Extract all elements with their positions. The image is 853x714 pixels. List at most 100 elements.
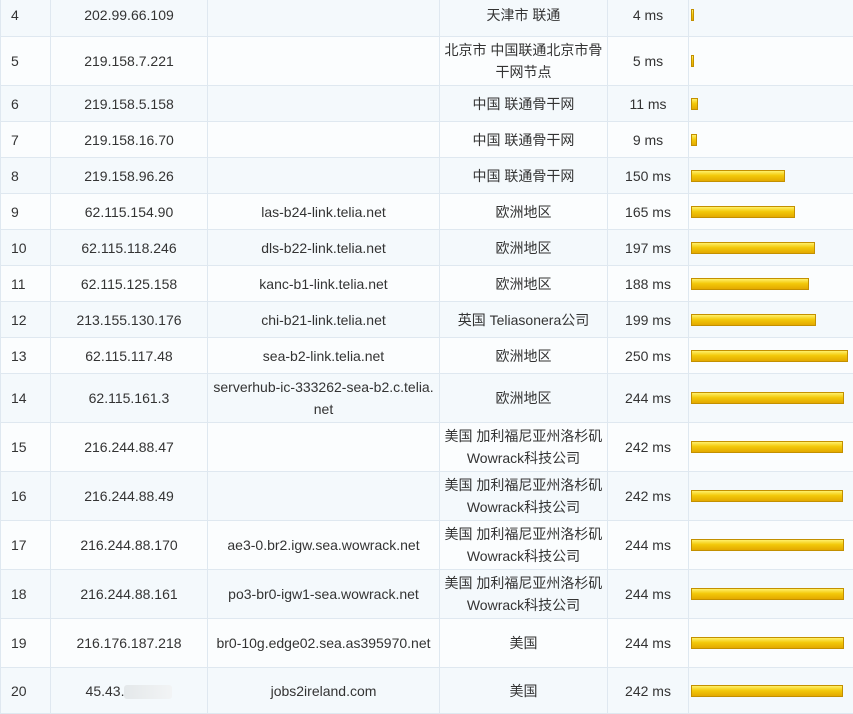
location-cell: 中国 联通骨干网 — [440, 86, 608, 122]
ip-text: 216.176.187.218 — [76, 635, 181, 651]
ip-cell: 219.158.96.26 — [51, 158, 208, 194]
latency-bar — [691, 170, 785, 182]
table-row: 8219.158.96.26中国 联通骨干网150 ms — [1, 158, 853, 194]
table-row: 1062.115.118.246dls-b22-link.telia.net欧洲… — [1, 230, 853, 266]
latency-bar — [691, 392, 844, 404]
latency-bar-cell — [689, 158, 853, 194]
table-row: 19216.176.187.218br0-10g.edge02.sea.as39… — [1, 619, 853, 668]
hop-cell: 9 — [1, 194, 51, 230]
latency-bar-cell — [689, 472, 853, 521]
ip-cell: 62.115.161.3 — [51, 374, 208, 423]
latency-bar — [691, 278, 809, 290]
ip-cell: 219.158.16.70 — [51, 122, 208, 158]
ip-text: 202.99.66.109 — [84, 7, 174, 23]
latency-cell: 197 ms — [608, 230, 689, 266]
latency-bar — [691, 55, 694, 67]
latency-cell: 242 ms — [608, 423, 689, 472]
latency-cell: 9 ms — [608, 122, 689, 158]
hostname-cell: chi-b21-link.telia.net — [208, 302, 440, 338]
latency-cell: 244 ms — [608, 619, 689, 668]
latency-cell: 242 ms — [608, 668, 689, 714]
hostname-cell — [208, 37, 440, 86]
latency-bar-cell — [689, 302, 853, 338]
location-cell: 美国 — [440, 668, 608, 714]
hop-cell: 4 — [1, 0, 51, 37]
location-cell: 中国 联通骨干网 — [440, 158, 608, 194]
ip-text: 216.244.88.161 — [80, 586, 177, 602]
ip-cell: 213.155.130.176 — [51, 302, 208, 338]
location-cell: 美国 加利福尼亚州洛杉矶Wowrack科技公司 — [440, 570, 608, 619]
latency-bar — [691, 134, 697, 146]
hostname-cell: kanc-b1-link.telia.net — [208, 266, 440, 302]
latency-cell: 188 ms — [608, 266, 689, 302]
table-row: 14 62.115.161.3 serverhub-ic-333262-sea-b2… — [1, 374, 853, 423]
hop-cell: 18 — [1, 570, 51, 619]
latency-bar — [691, 206, 795, 218]
ip-text: 219.158.16.70 — [84, 132, 174, 148]
ip-cell: 219.158.5.158 — [51, 86, 208, 122]
ip-text: 62.115.161.3 — [89, 390, 170, 406]
location-cell: 英国 Teliasonera公司 — [440, 302, 608, 338]
table-row: 7 219.158.16.70 中国 联通骨干网9 ms — [1, 122, 853, 158]
ip-text: 62.115.154.90 — [85, 204, 174, 220]
latency-bar — [691, 588, 844, 600]
hostname-cell — [208, 472, 440, 521]
ip-text: 213.155.130.176 — [76, 312, 181, 328]
ip-text: 45.43. — [86, 683, 125, 699]
latency-bar-cell — [689, 0, 853, 37]
location-cell: 欧洲地区 — [440, 374, 608, 423]
latency-cell: 244 ms — [608, 521, 689, 570]
hostname-cell: po3-br0-igw1-sea.wowrack.net — [208, 570, 440, 619]
latency-bar — [691, 490, 843, 502]
location-cell: 天津市 联通 — [440, 0, 608, 37]
latency-bar-cell — [689, 266, 853, 302]
hop-cell: 10 — [1, 230, 51, 266]
latency-bar — [691, 350, 848, 362]
hostname-cell: sea-b2-link.telia.net — [208, 338, 440, 374]
latency-bar-cell — [689, 619, 853, 668]
hop-cell: 14 — [1, 374, 51, 423]
hop-cell: 17 — [1, 521, 51, 570]
ip-cell: 62.115.125.158 — [51, 266, 208, 302]
hop-cell: 16 — [1, 472, 51, 521]
hop-cell: 11 — [1, 266, 51, 302]
latency-bar-cell — [689, 37, 853, 86]
ip-text: 62.115.125.158 — [81, 276, 177, 292]
latency-bar — [691, 98, 698, 110]
latency-bar — [691, 539, 844, 551]
latency-bar-cell — [689, 423, 853, 472]
ip-text: 62.115.117.48 — [85, 348, 172, 364]
hop-cell: 20 — [1, 668, 51, 714]
hop-cell: 7 — [1, 122, 51, 158]
location-cell: 美国 — [440, 619, 608, 668]
hostname-cell — [208, 0, 440, 37]
latency-cell: 242 ms — [608, 472, 689, 521]
hostname-cell: jobs2ireland.com — [208, 668, 440, 714]
hostname-cell: serverhub-ic-333262-sea-b2.c.telia.net — [208, 374, 440, 423]
hop-cell: 13 — [1, 338, 51, 374]
location-cell: 美国 加利福尼亚州洛杉矶Wowrack科技公司 — [440, 472, 608, 521]
hostname-cell — [208, 158, 440, 194]
ip-cell: 216.244.88.161 — [51, 570, 208, 619]
hop-cell: 19 — [1, 619, 51, 668]
hop-cell: 5 — [1, 37, 51, 86]
ip-cell: 216.244.88.170 — [51, 521, 208, 570]
hostname-cell — [208, 122, 440, 158]
latency-bar-cell — [689, 374, 853, 423]
latency-cell: 250 ms — [608, 338, 689, 374]
latency-cell: 5 ms — [608, 37, 689, 86]
hop-cell: 15 — [1, 423, 51, 472]
latency-cell: 199 ms — [608, 302, 689, 338]
ip-text: 216.244.88.49 — [84, 488, 174, 504]
location-cell: 北京市 中国联通北京市骨干网节点 — [440, 37, 608, 86]
latency-cell: 244 ms — [608, 570, 689, 619]
location-cell: 中国 联通骨干网 — [440, 122, 608, 158]
table-row: 16 216.244.88.49 美国 加利福尼亚州洛杉矶Wowrack科技公司24… — [1, 472, 853, 521]
table-row: 4202.99.66.109天津市 联通4 ms — [1, 0, 853, 37]
table-row: 962.115.154.90las-b24-link.telia.net欧洲地区… — [1, 194, 853, 230]
location-cell: 美国 加利福尼亚州洛杉矶Wowrack科技公司 — [440, 423, 608, 472]
ip-cell: 216.244.88.47 — [51, 423, 208, 472]
table-row: 5219.158.7.221北京市 中国联通北京市骨干网节点5 ms — [1, 37, 853, 86]
latency-bar-cell — [689, 338, 853, 374]
latency-bar-cell — [689, 668, 853, 714]
